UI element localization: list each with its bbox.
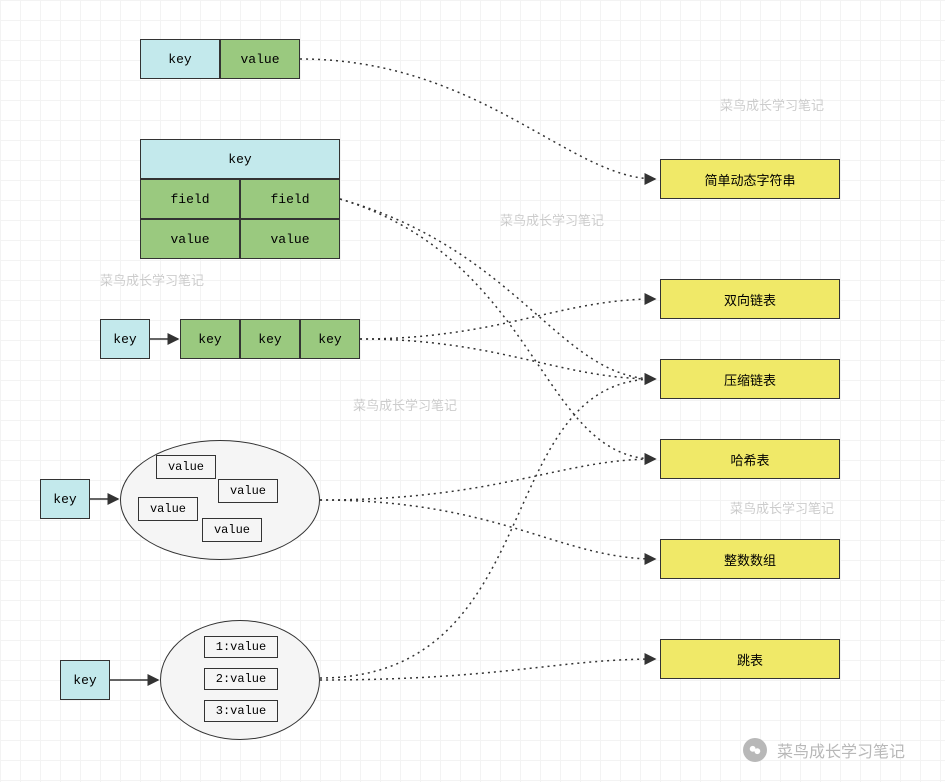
watermark-1: 菜鸟成长学习笔记 [720,95,824,114]
zset-entry-1: 2:value [204,668,278,690]
set-value-3: value [202,518,262,542]
set-key-cell: key [40,479,90,519]
label: key [113,332,136,347]
target-linkedlist: 双向链表 [660,279,840,319]
label: value [240,52,279,67]
label: 压缩链表 [724,370,776,389]
list-item-1: key [240,319,300,359]
label: value [270,232,309,247]
label: key [53,492,76,507]
wechat-icon [743,738,767,762]
set-value-1: value [218,479,278,503]
label: 整数数组 [724,550,776,569]
list-key-cell: key [100,319,150,359]
label: 简单动态字符串 [704,170,795,189]
footer-badge: 菜鸟成长学习笔记 [743,738,905,762]
label: key [168,52,191,67]
list-item-2: key [300,319,360,359]
zset-entry-2: 3:value [204,700,278,722]
footer-text: 菜鸟成长学习笔记 [777,738,905,762]
hash-field-1: field [240,179,340,219]
string-key-cell: key [140,39,220,79]
watermark-3: 菜鸟成长学习笔记 [100,270,204,289]
label: key [198,332,221,347]
label: key [73,673,96,688]
label: field [170,192,209,207]
watermark-5: 菜鸟成长学习笔记 [730,498,834,517]
label: 2:value [216,672,266,686]
label: 3:value [216,704,266,718]
label: 跳表 [737,650,763,669]
label: key [228,152,251,167]
hash-value-1: value [240,219,340,259]
label: value [230,484,266,498]
label: value [150,502,186,516]
zset-entry-0: 1:value [204,636,278,658]
string-value-cell: value [220,39,300,79]
label: 双向链表 [724,290,776,309]
watermark-2: 菜鸟成长学习笔记 [500,210,604,229]
target-sds: 简单动态字符串 [660,159,840,199]
label: value [170,232,209,247]
label: key [258,332,281,347]
watermark-4: 菜鸟成长学习笔记 [353,395,457,414]
set-value-0: value [156,455,216,479]
label: 哈希表 [730,450,769,469]
label: value [168,460,204,474]
label: field [270,192,309,207]
label: value [214,523,250,537]
hash-field-0: field [140,179,240,219]
label: key [318,332,341,347]
set-value-2: value [138,497,198,521]
hash-key-header: key [140,139,340,179]
hash-value-0: value [140,219,240,259]
list-item-0: key [180,319,240,359]
label: 1:value [216,640,266,654]
zset-key-cell: key [60,660,110,700]
target-ziplist: 压缩链表 [660,359,840,399]
target-skiplist: 跳表 [660,639,840,679]
target-intset: 整数数组 [660,539,840,579]
target-hashtable: 哈希表 [660,439,840,479]
